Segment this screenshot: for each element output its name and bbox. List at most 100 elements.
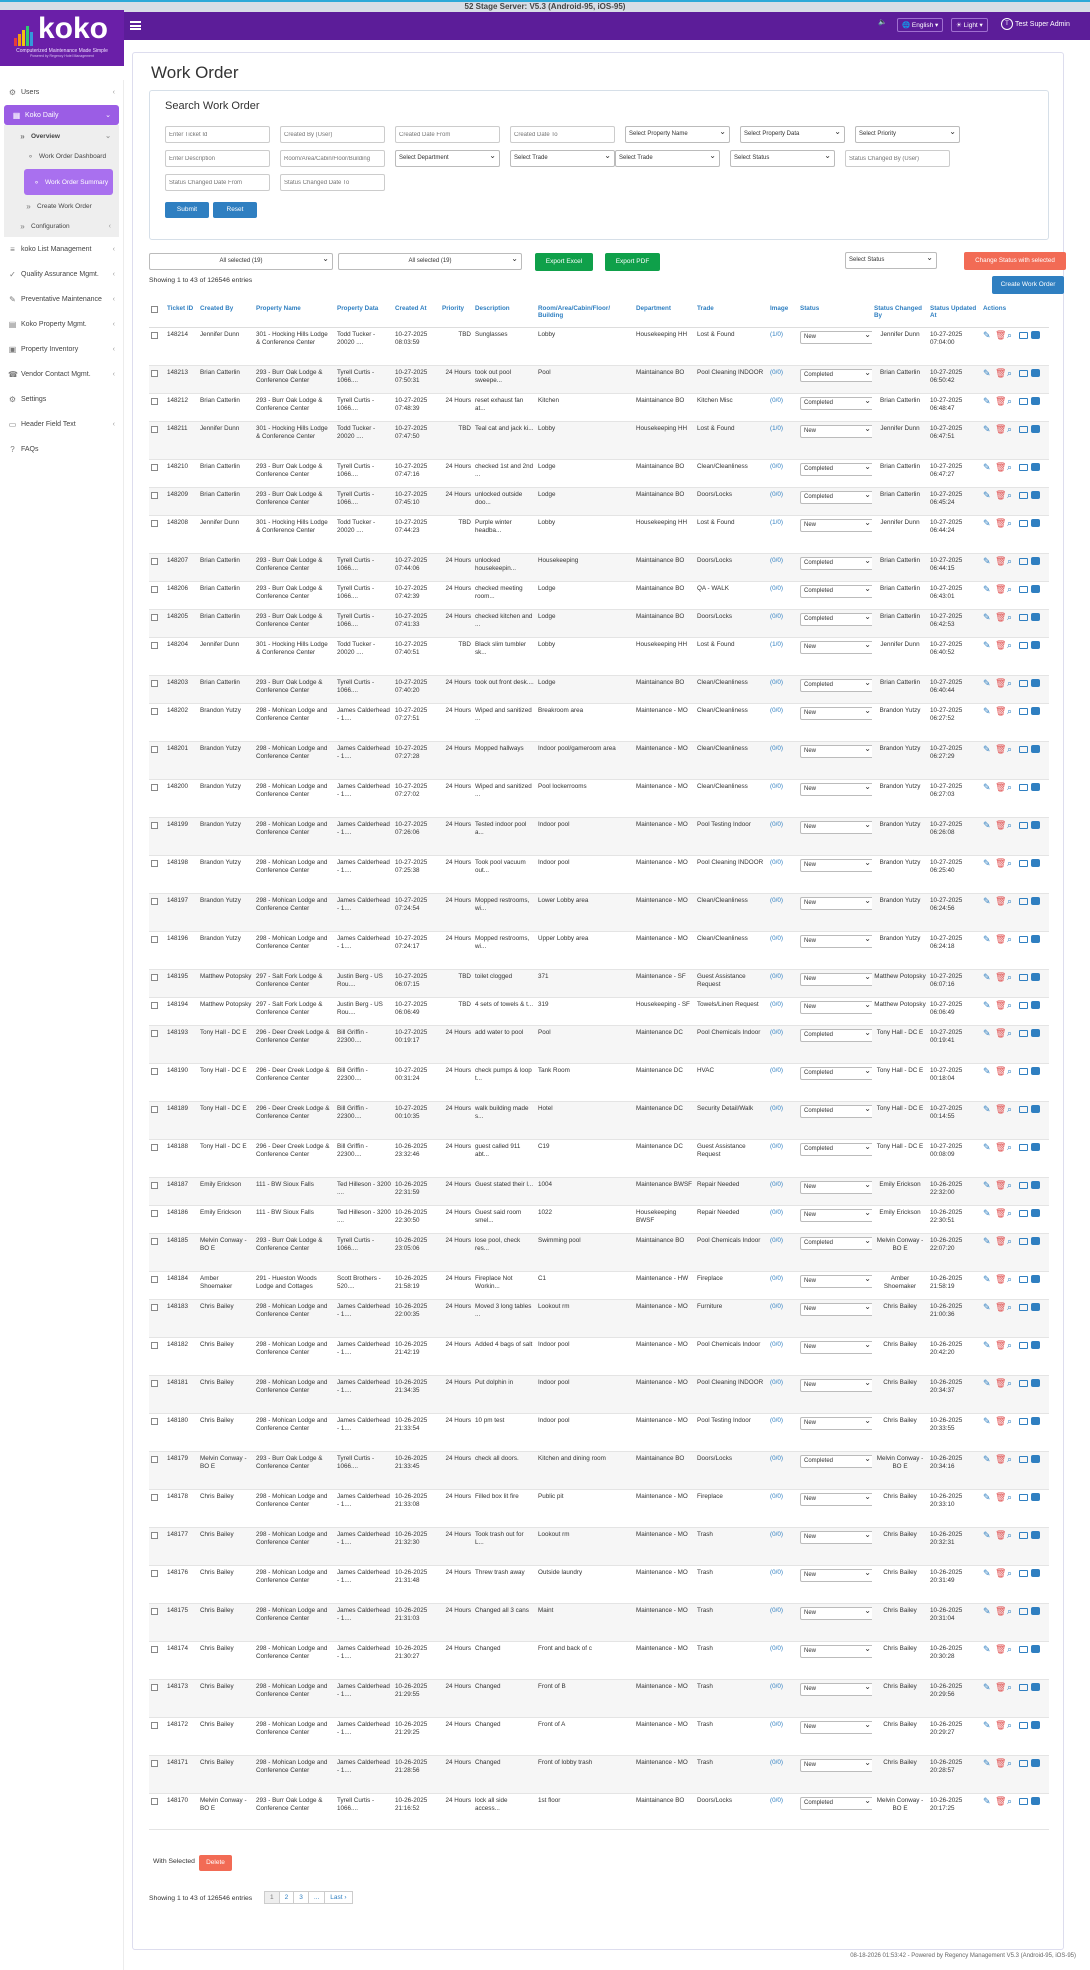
row-select-cell[interactable] [149, 515, 165, 554]
view-icon[interactable]: ⌕ [1007, 1454, 1016, 1464]
comment-icon[interactable] [1031, 518, 1040, 527]
status-cell[interactable]: New [798, 1375, 872, 1414]
delete-icon[interactable]: 🗑 [995, 1682, 1006, 1692]
edit-icon[interactable]: ✎ [983, 1568, 992, 1578]
view-icon[interactable]: ⌕ [1007, 1606, 1016, 1616]
image-count-link[interactable]: (0/0) [770, 1759, 783, 1766]
row-status-select[interactable]: Completed [800, 611, 872, 626]
edit-icon[interactable]: ✎ [983, 1416, 992, 1426]
delete-icon[interactable]: 🗑 [995, 1644, 1006, 1654]
image-count-link[interactable]: (0/0) [770, 859, 783, 866]
row-status-select[interactable]: New [800, 895, 872, 910]
image-count-link[interactable]: (0/0) [770, 707, 783, 714]
edit-icon[interactable]: ✎ [983, 330, 992, 340]
delete-icon[interactable]: 🗑 [995, 1236, 1006, 1246]
edit-icon[interactable]: ✎ [983, 820, 992, 830]
status-cell[interactable]: New [798, 997, 872, 1026]
row-select-cell[interactable] [149, 931, 165, 970]
email-icon[interactable] [1019, 1181, 1028, 1189]
row-select-cell[interactable] [149, 459, 165, 488]
email-icon[interactable] [1019, 1209, 1028, 1217]
row-select-cell[interactable] [149, 1205, 165, 1234]
row-checkbox[interactable] [151, 397, 158, 405]
edit-icon[interactable]: ✎ [983, 1236, 992, 1246]
comment-icon[interactable] [1031, 1758, 1040, 1767]
status-cell[interactable]: New [798, 1641, 872, 1680]
property-name-select[interactable]: Select Property Name [625, 126, 730, 143]
row-select-cell[interactable] [149, 1233, 165, 1272]
column-header[interactable]: Actions [981, 303, 1049, 328]
status-cell[interactable]: Completed [798, 1101, 872, 1140]
image-count-link[interactable]: (0/0) [770, 1683, 783, 1690]
edit-icon[interactable]: ✎ [983, 1066, 992, 1076]
row-status-select[interactable]: New [800, 781, 872, 796]
status-cell[interactable]: New [798, 1603, 872, 1642]
row-status-select[interactable]: New [800, 1415, 872, 1430]
row-checkbox[interactable] [151, 1303, 158, 1311]
row-checkbox[interactable] [151, 1683, 158, 1691]
edit-icon[interactable]: ✎ [983, 934, 992, 944]
view-icon[interactable]: ⌕ [1007, 934, 1016, 944]
view-icon[interactable]: ⌕ [1007, 1000, 1016, 1010]
sidebar-item-settings[interactable]: ⚙ Settings [0, 387, 123, 412]
row-select-cell[interactable] [149, 893, 165, 932]
delete-icon[interactable]: 🗑 [995, 1142, 1006, 1152]
view-icon[interactable]: ⌕ [1007, 368, 1016, 378]
delete-icon[interactable]: 🗑 [995, 820, 1006, 830]
status-cell[interactable]: New [798, 1413, 872, 1452]
edit-icon[interactable]: ✎ [983, 706, 992, 716]
menu-toggle-icon[interactable] [130, 21, 141, 30]
delete-icon[interactable]: 🗑 [995, 640, 1006, 650]
image-count-link[interactable]: (0/0) [770, 1143, 783, 1150]
row-status-select[interactable]: New [800, 1301, 872, 1316]
delete-icon[interactable]: 🗑 [995, 678, 1006, 688]
row-status-select[interactable]: Completed [800, 583, 872, 598]
comment-icon[interactable] [1031, 612, 1040, 621]
delete-icon[interactable]: 🗑 [995, 330, 1006, 340]
email-icon[interactable] [1019, 973, 1028, 981]
image-count-link[interactable]: (0/0) [770, 1493, 783, 1500]
row-checkbox[interactable] [151, 1105, 158, 1113]
row-select-cell[interactable] [149, 703, 165, 742]
page-3[interactable]: 3 [293, 1891, 309, 1904]
row-select-cell[interactable] [149, 581, 165, 610]
view-icon[interactable]: ⌕ [1007, 1720, 1016, 1730]
row-checkbox[interactable] [151, 1341, 158, 1349]
row-checkbox[interactable] [151, 557, 158, 565]
view-icon[interactable]: ⌕ [1007, 858, 1016, 868]
delete-icon[interactable]: 🗑 [995, 1104, 1006, 1114]
delete-icon[interactable]: 🗑 [995, 1758, 1006, 1768]
row-checkbox[interactable] [151, 1001, 158, 1009]
status-cell[interactable]: New [798, 969, 872, 998]
email-icon[interactable] [1019, 1379, 1028, 1387]
status-cell[interactable]: Completed [798, 1451, 872, 1490]
image-count-link[interactable]: (0/0) [770, 1303, 783, 1310]
select-all-header[interactable] [149, 303, 165, 328]
row-select-cell[interactable] [149, 421, 165, 460]
email-icon[interactable] [1019, 859, 1028, 867]
status-cell[interactable]: Completed [798, 1063, 872, 1102]
view-icon[interactable]: ⌕ [1007, 1796, 1016, 1806]
delete-icon[interactable]: 🗑 [995, 556, 1006, 566]
email-icon[interactable] [1019, 1493, 1028, 1501]
brand-logo[interactable]: koko Computerized Maintenance Made Simpl… [0, 10, 124, 66]
view-icon[interactable]: ⌕ [1007, 1208, 1016, 1218]
image-count-link[interactable]: (0/0) [770, 1607, 783, 1614]
email-icon[interactable] [1019, 491, 1028, 499]
delete-icon[interactable]: 🗑 [995, 972, 1006, 982]
column-header[interactable]: Status [798, 303, 872, 328]
status-cell[interactable]: Completed [798, 675, 872, 704]
email-icon[interactable] [1019, 1455, 1028, 1463]
status-cell[interactable]: Completed [798, 1025, 872, 1064]
row-checkbox[interactable] [151, 1455, 158, 1463]
edit-icon[interactable]: ✎ [983, 584, 992, 594]
image-count-link[interactable]: (0/0) [770, 369, 783, 376]
comment-icon[interactable] [1031, 1454, 1040, 1463]
sidebar-item-koko-daily[interactable]: ▦ Koko Daily ⌄ [4, 105, 119, 125]
ticket-id-input[interactable] [165, 126, 270, 143]
trade-select-1[interactable]: Select Trade [510, 150, 615, 167]
column-header[interactable]: Description [473, 303, 536, 328]
row-status-select[interactable]: New [800, 639, 872, 654]
sidebar-item-list-management[interactable]: ≡ koko List Management ‹ [0, 237, 123, 262]
image-count-link[interactable]: (1/0) [770, 519, 783, 526]
